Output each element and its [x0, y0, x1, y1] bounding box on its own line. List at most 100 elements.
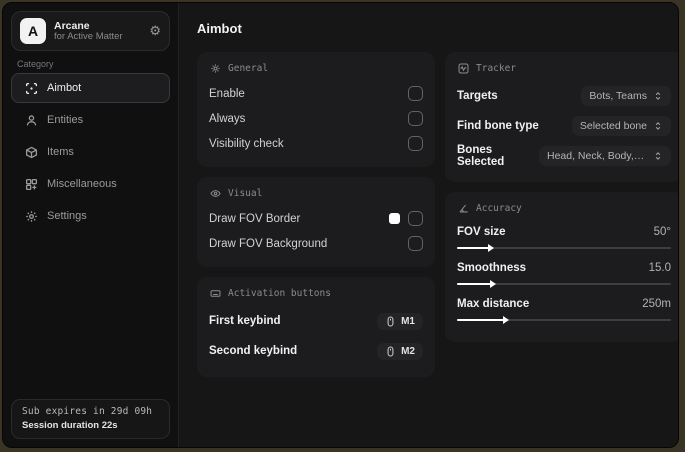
setting-label: First keybind: [209, 315, 281, 327]
setting-row-bones-selected: Bones Selected Head, Neck, Body, Pe…: [457, 142, 671, 170]
card-title: Activation buttons: [228, 287, 331, 299]
sub-expires-text: Sub expires in 29d 09h: [22, 406, 153, 417]
setting-label: Find bone type: [457, 120, 539, 132]
setting-label: Targets: [457, 90, 498, 102]
unfold-icon: [655, 122, 661, 130]
setting-row-first-keybind: First keybind M1: [209, 307, 423, 335]
sidebar: A Arcane for Active Matter ⚙ Category Ai…: [3, 3, 179, 447]
sidebar-item-settings[interactable]: Settings: [11, 201, 170, 231]
setting-label: Draw FOV Background: [209, 237, 328, 250]
setting-label: FOV size: [457, 226, 506, 238]
sidebar-item-aimbot[interactable]: Aimbot: [11, 73, 170, 103]
app-titles: Arcane for Active Matter: [54, 20, 141, 43]
visual-card-header: Visual: [209, 187, 423, 199]
dropdown-value: Selected bone: [579, 120, 647, 132]
card-title: Accuracy: [476, 202, 522, 214]
setting-label: Draw FOV Border: [209, 212, 301, 225]
setting-row-fov-border: Draw FOV Border: [209, 207, 423, 230]
eye-icon: [209, 187, 221, 199]
gear-icon: [24, 209, 38, 223]
setting-row-visibility-check: Visibility check: [209, 132, 423, 155]
angle-icon: [457, 202, 469, 214]
dropdown-value: Bots, Teams: [589, 90, 647, 102]
enable-checkbox[interactable]: [408, 86, 423, 101]
setting-row-smoothness: Smoothness 15.0: [457, 258, 671, 288]
person-icon: [24, 113, 38, 127]
find-bone-type-dropdown[interactable]: Selected bone: [571, 116, 671, 136]
keybind-value: M1: [401, 315, 415, 327]
right-column: Tracker Targets Bots, Teams Find bone ty…: [445, 52, 678, 342]
fov-border-checkbox[interactable]: [408, 211, 423, 226]
visual-card: Visual Draw FOV Border Draw FOV Backgrou…: [197, 177, 435, 267]
setting-label: Smoothness: [457, 262, 527, 274]
sidebar-item-label: Entities: [47, 114, 84, 126]
slider-fill: [457, 244, 495, 252]
sidebar-item-label: Aimbot: [47, 82, 82, 94]
keybind-value: M2: [401, 345, 415, 357]
second-keybind-button[interactable]: M2: [377, 342, 423, 360]
activation-card-header: Activation buttons: [209, 287, 423, 299]
accuracy-card: Accuracy FOV size 50° Smoothness 15.0 Ma…: [445, 192, 678, 342]
grid-icon: [24, 177, 38, 191]
setting-row-targets: Targets Bots, Teams: [457, 82, 671, 110]
page-title: Aimbot: [197, 21, 242, 36]
setting-row-enable: Enable: [209, 82, 423, 105]
card-title: General: [228, 62, 269, 74]
setting-label: Bones Selected: [457, 144, 505, 168]
fov-background-checkbox[interactable]: [408, 236, 423, 251]
setting-label: Max distance: [457, 298, 530, 310]
smoothness-slider[interactable]: [457, 280, 671, 288]
app-logo: A: [20, 18, 46, 44]
sidebar-item-items[interactable]: Items: [11, 137, 170, 167]
setting-row-find-bone-type: Find bone type Selected bone: [457, 112, 671, 140]
left-column: General Enable Always Visibility check V…: [197, 52, 435, 377]
sidebar-nav: Aimbot Entities Items Miscellaneous Sett…: [3, 73, 178, 231]
slider-value: 250m: [642, 298, 671, 310]
visibility-check-checkbox[interactable]: [408, 136, 423, 151]
sidebar-item-label: Items: [47, 146, 74, 158]
max-distance-slider[interactable]: [457, 316, 671, 324]
setting-label: Visibility check: [209, 137, 284, 150]
app-name: Arcane: [54, 19, 90, 32]
dropdown-value: Head, Neck, Body, Pe…: [547, 150, 647, 162]
setting-row-max-distance: Max distance 250m: [457, 294, 671, 324]
slider-fill: [457, 280, 497, 288]
sidebar-item-label: Miscellaneous: [47, 178, 117, 190]
fov-size-slider[interactable]: [457, 244, 671, 252]
card-title: Tracker: [476, 62, 517, 74]
app-header: A Arcane for Active Matter ⚙: [11, 11, 170, 51]
setting-row-second-keybind: Second keybind M2: [209, 337, 423, 365]
unfold-icon: [655, 92, 661, 100]
slider-value: 15.0: [648, 262, 671, 274]
slider-fill: [457, 316, 510, 324]
cube-icon: [24, 145, 38, 159]
mouse-icon: [387, 346, 394, 356]
setting-label: Always: [209, 112, 246, 125]
activity-icon: [457, 62, 469, 74]
setting-label: Enable: [209, 87, 245, 100]
fov-border-color-swatch[interactable]: [389, 213, 400, 224]
setting-row-fov-background: Draw FOV Background: [209, 232, 423, 255]
always-checkbox[interactable]: [408, 111, 423, 126]
sidebar-item-entities[interactable]: Entities: [11, 105, 170, 135]
gear-icon[interactable]: ⚙: [149, 23, 161, 39]
gear-icon: [209, 62, 221, 74]
general-card-header: General: [209, 62, 423, 74]
sidebar-item-miscellaneous[interactable]: Miscellaneous: [11, 169, 170, 199]
general-card: General Enable Always Visibility check: [197, 52, 435, 167]
setting-label: Second keybind: [209, 345, 298, 357]
accuracy-card-header: Accuracy: [457, 202, 671, 214]
slider-value: 50°: [653, 226, 671, 238]
targets-dropdown[interactable]: Bots, Teams: [581, 86, 671, 106]
unfold-icon: [655, 152, 661, 160]
setting-row-always: Always: [209, 107, 423, 130]
bones-selected-dropdown[interactable]: Head, Neck, Body, Pe…: [539, 146, 671, 166]
keyboard-icon: [209, 287, 221, 299]
setting-row-fov-size: FOV size 50°: [457, 222, 671, 252]
session-duration-text: Session duration 22s: [22, 420, 118, 431]
tracker-card-header: Tracker: [457, 62, 671, 74]
first-keybind-button[interactable]: M1: [377, 312, 423, 330]
card-title: Visual: [228, 187, 263, 199]
category-label: Category: [17, 59, 54, 69]
tracker-card: Tracker Targets Bots, Teams Find bone ty…: [445, 52, 678, 182]
